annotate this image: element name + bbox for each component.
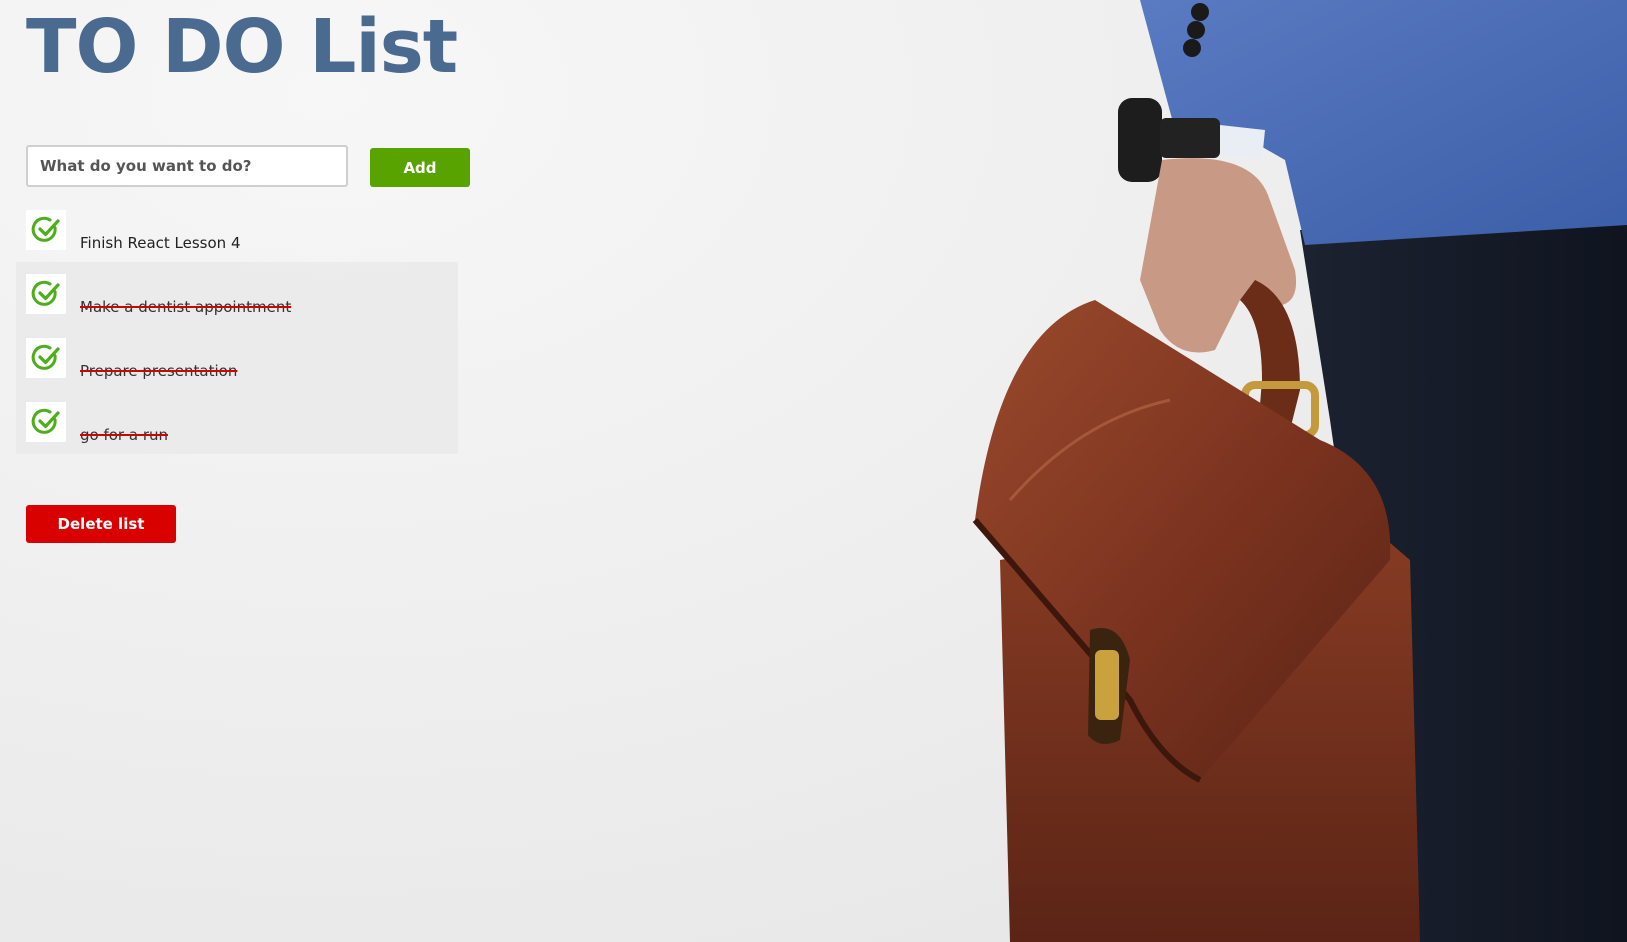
check-circle-icon[interactable] bbox=[26, 338, 66, 378]
list-item-label: Prepare presentation bbox=[80, 362, 238, 380]
check-circle-icon[interactable] bbox=[26, 402, 66, 442]
todo-input[interactable] bbox=[26, 145, 348, 187]
check-circle-icon[interactable] bbox=[26, 274, 66, 314]
list-item-label: Make a dentist appointment bbox=[80, 298, 292, 316]
list-item: Prepare presentation bbox=[26, 338, 456, 382]
page-title: TO DO List bbox=[26, 4, 458, 90]
list-item: Finish React Lesson 4 bbox=[26, 210, 456, 254]
check-circle-icon[interactable] bbox=[26, 210, 66, 250]
list-item-label: Finish React Lesson 4 bbox=[80, 234, 241, 252]
list-item: Make a dentist appointment bbox=[26, 274, 456, 318]
list-item-label: go for a run bbox=[80, 426, 169, 444]
businessman-briefcase-photo bbox=[972, 0, 1627, 942]
list-item: go for a run bbox=[26, 402, 456, 446]
add-button[interactable]: Add bbox=[370, 148, 470, 187]
delete-list-button[interactable]: Delete list bbox=[26, 505, 176, 543]
